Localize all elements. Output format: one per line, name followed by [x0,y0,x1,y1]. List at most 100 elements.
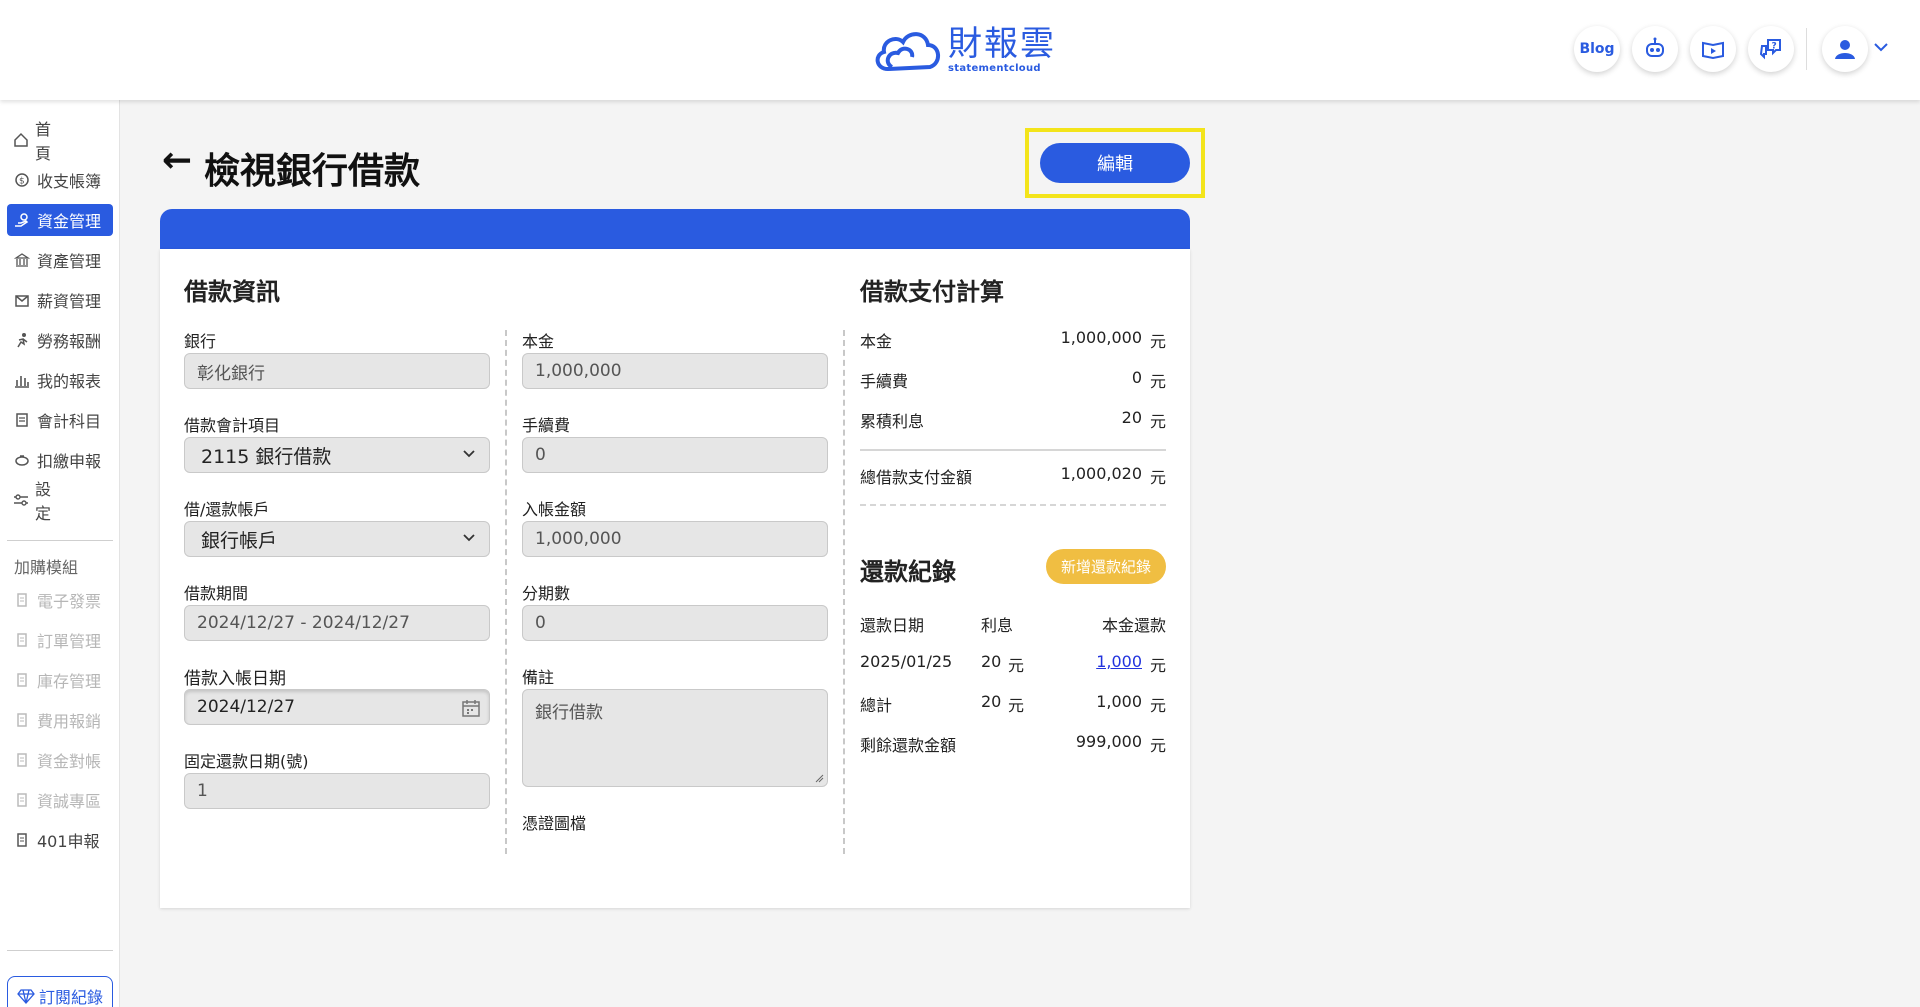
remaining-label: 剩餘還款金額 [860,736,957,755]
sidebar-addon-inventory[interactable]: 庫存管理 [7,664,113,696]
addon-label: 401申報 [37,832,100,851]
bar-chart-icon [13,371,31,389]
add-repayment-button[interactable]: 新增還款紀錄 [1046,549,1166,584]
chevron-down-icon[interactable] [1872,38,1890,56]
note-textarea: 銀行借款 [522,689,828,787]
account-select[interactable]: 2115 銀行借款 [184,437,490,473]
sidebar-item-assets[interactable]: 資產管理 [7,244,113,276]
user-menu-button[interactable] [1822,26,1868,72]
addon-label: 費用報銷 [37,712,102,731]
module-icon [13,631,31,649]
header-divider [1806,28,1807,70]
section-divider [860,504,1166,506]
repayment-principal-link[interactable]: 1,000 [1060,652,1142,671]
robot-icon [1646,37,1664,57]
installments-field: 0 [522,605,828,641]
calc-principal-label: 本金 [860,332,893,351]
col-header-date: 還款日期 [860,616,925,635]
sidebar-addon-expense[interactable]: 費用報銷 [7,704,113,736]
sidebar-addon-reconcile[interactable]: 資金對帳 [7,744,113,776]
sidebar-item-payroll[interactable]: 薪資管理 [7,284,113,316]
back-button[interactable]: ← [162,140,192,181]
column-divider [505,330,507,854]
sidebar-item-home[interactable]: 首頁 [7,120,113,163]
sidebar-item-withholding[interactable]: 扣繳申報 [7,444,113,476]
sidebar-addon-pwc[interactable]: 資誠專區 [7,784,113,816]
help-chat-button[interactable]: ? [1748,26,1794,72]
loan-detail-card [160,249,1190,908]
robot-button[interactable] [1632,26,1678,72]
account-label: 借款會計項目 [184,416,281,435]
sliders-icon [13,491,29,509]
page-title: 檢視銀行借款 [204,151,421,192]
diamond-icon [17,989,35,1004]
sidebar-item-reports[interactable]: 我的報表 [7,364,113,396]
bank-label: 銀行 [184,332,217,351]
sidebar-item-label: 首頁 [35,120,82,163]
sidebar-item-funds[interactable]: 資金管理 [7,204,113,236]
edit-button[interactable]: 編輯 [1040,143,1190,183]
chevron-down-icon [463,534,475,542]
top-bar: 財報雲 statementcloud Blog ? [0,0,1920,100]
repayment-interest: 20 [981,652,1002,671]
principal-field: 1,000,000 [522,353,828,389]
sidebar-item-label: 資產管理 [37,252,102,271]
repay-account-label: 借/還款帳戶 [184,500,270,519]
calc-fee-value: 0 [1131,368,1142,387]
deposit-field: 1,000,000 [522,521,828,557]
sidebar-addon-401[interactable]: 401申報 [7,824,113,856]
sidebar-item-ledger[interactable]: $ 收支帳簿 [7,164,113,196]
entry-date-field[interactable]: 2024/12/27 [184,689,490,725]
sidebar-item-settings[interactable]: 設定 [7,480,113,523]
sidebar-item-labor[interactable]: 勞務報酬 [7,324,113,356]
blog-button[interactable]: Blog [1574,26,1620,72]
period-label: 借款期間 [184,584,249,603]
sidebar-addon-orders[interactable]: 訂單管理 [7,624,113,656]
svg-text:?: ? [1772,42,1777,52]
fixed-day-field: 1 [184,773,490,809]
blog-label: Blog [1579,41,1615,57]
module-icon [13,831,31,849]
col-header-interest: 利息 [981,616,1014,635]
sidebar-addon-einvoice[interactable]: 電子發票 [7,584,113,616]
fee-label: 手續費 [522,416,571,435]
bank-icon [13,251,31,269]
logo[interactable]: 財報雲 statementcloud [870,22,1056,78]
sidebar: 首頁 $ 收支帳簿 資金管理 資產管理 薪資管理 勞務報酬 我的報表 會計科目 … [0,100,120,1007]
video-guide-button[interactable] [1690,26,1736,72]
sidebar-item-accounts[interactable]: 會計科目 [7,404,113,436]
calc-fee-label: 手續費 [860,372,909,391]
sidebar-item-label: 資金管理 [37,212,102,231]
calc-interest-value: 20 [1121,408,1142,427]
sidebar-divider [7,950,113,951]
module-icon [13,591,31,609]
help-chat-icon: ? [1759,39,1781,60]
module-icon [13,671,31,689]
calc-principal-value: 1,000,000 [1060,328,1142,347]
sidebar-item-label: 勞務報酬 [37,332,102,351]
repayment-total-interest: 20 [981,692,1002,711]
user-avatar-icon [1835,40,1855,59]
logo-subtitle: statementcloud [948,62,1041,74]
sidebar-item-label: 我的報表 [37,372,102,391]
repayment-date: 2025/01/25 [860,652,953,671]
entry-date-value: 2024/12/27 [197,697,295,717]
subscription-button[interactable]: 訂閱紀錄 [7,976,113,1007]
sidebar-item-label: 收支帳簿 [37,172,102,191]
note-value: 銀行借款 [535,703,603,723]
repay-account-select[interactable]: 銀行帳戶 [184,521,490,557]
resize-handle-icon[interactable] [814,773,824,783]
principal-label: 本金 [522,332,555,351]
home-icon [13,131,29,149]
unit-label: 元 [1150,332,1167,351]
logo-title: 財報雲 [948,23,1056,64]
module-icon [13,711,31,729]
deposit-label: 入帳金額 [522,500,587,519]
calendar-icon[interactable] [461,698,481,718]
loan-info-title: 借款資訊 [184,278,280,306]
hand-coin-icon [13,211,31,229]
entry-date-label: 借款入帳日期 [184,669,286,689]
column-divider [843,330,845,854]
fee-field: 0 [522,437,828,473]
addon-label: 電子發票 [37,592,102,611]
